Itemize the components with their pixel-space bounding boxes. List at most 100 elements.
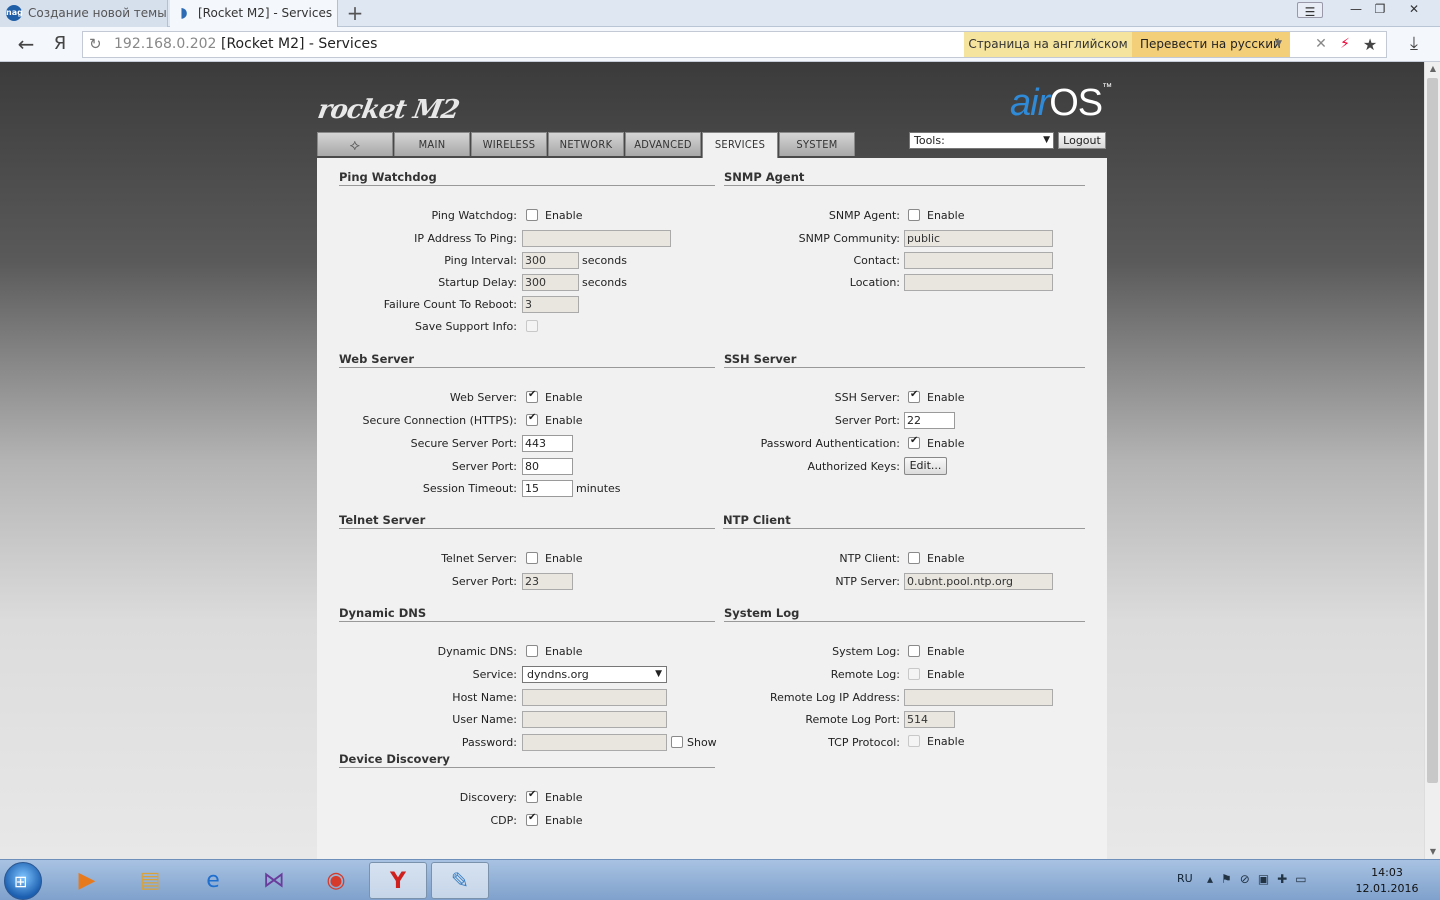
language-indicator[interactable]: RU <box>1177 872 1193 885</box>
browser-menu-icon[interactable]: ☰ <box>1297 2 1323 19</box>
reload-icon[interactable]: ↻ <box>89 35 102 53</box>
location-field[interactable] <box>904 274 1053 291</box>
scroll-down-icon[interactable]: ▼ <box>1425 845 1440 859</box>
new-tab-button[interactable]: + <box>344 2 366 24</box>
yandex-icon[interactable]: Я <box>50 32 70 56</box>
system-tray-icons[interactable]: ▴⚑⊘▣✚▭ <box>1207 872 1315 886</box>
web-port-field[interactable]: 80 <box>522 458 573 475</box>
tab-network[interactable]: NETWORK <box>548 132 624 156</box>
paint-icon[interactable]: ✎ <box>431 862 489 899</box>
address-bar[interactable]: ↻ 192.168.0.202 [Rocket M2] - Services С… <box>82 31 1387 58</box>
maximize-icon[interactable]: ❐ <box>1368 0 1392 18</box>
seconds-unit: seconds <box>582 276 627 289</box>
ssh-server-label: SSH Server: <box>834 391 900 404</box>
clock[interactable]: 14:03 12.01.2016 <box>1352 865 1422 897</box>
telnet-port-label: Server Port: <box>451 575 517 588</box>
system-log-label: System Log: <box>832 645 900 658</box>
ntp-server-label: NTP Server: <box>835 575 900 588</box>
tab-system[interactable]: SYSTEM <box>779 132 855 156</box>
enable-label: Enable <box>927 209 965 222</box>
show-label: Show <box>687 736 717 749</box>
tcp-protocol-checkbox[interactable] <box>908 735 920 747</box>
tab-services[interactable]: SERVICES <box>702 132 778 158</box>
back-arrow-icon[interactable]: ← <box>14 32 38 56</box>
scrollbar-thumb[interactable] <box>1427 78 1438 783</box>
ddns-checkbox[interactable] <box>526 645 538 657</box>
visual-studio-icon[interactable]: ⋈ <box>245 862 303 899</box>
location-label: Location: <box>849 276 900 289</box>
ping-ip-label: IP Address To Ping: <box>414 232 517 245</box>
browser-tab-services[interactable]: ◗ [Rocket M2] - Services <box>170 0 338 27</box>
translate-button[interactable]: Перевести на русский ▼ <box>1132 32 1290 57</box>
ddns-password-field[interactable] <box>522 734 667 751</box>
ping-interval-field[interactable]: 300 <box>522 252 579 269</box>
chevron-down-icon[interactable]: ▼ <box>1275 32 1282 57</box>
password-auth-checkbox[interactable] <box>908 435 920 449</box>
snmp-community-field[interactable]: public <box>904 230 1053 247</box>
tab-advanced[interactable]: ADVANCED <box>625 132 701 156</box>
discovery-checkbox[interactable] <box>526 789 538 803</box>
startup-delay-field[interactable]: 300 <box>522 274 579 291</box>
ssh-port-field[interactable]: 22 <box>904 412 955 429</box>
browser-tab-forum[interactable]: nag Создание новой темы <box>0 0 168 27</box>
ssh-server-checkbox[interactable] <box>908 389 920 403</box>
scroll-up-icon[interactable]: ▲ <box>1425 62 1440 76</box>
close-window-icon[interactable]: ✕ <box>1394 0 1434 18</box>
page-viewport: rocket M2 airOS™ ⟡ MAIN WIRELESS NETWORK… <box>0 62 1424 859</box>
start-button[interactable]: ⊞ <box>4 862 42 900</box>
logout-button[interactable]: Logout <box>1058 132 1106 149</box>
remote-log-checkbox[interactable] <box>908 668 920 680</box>
web-server-checkbox[interactable] <box>526 389 538 403</box>
ntp-server-field[interactable]: 0.ubnt.pool.ntp.org <box>904 573 1053 590</box>
secure-port-field[interactable]: 443 <box>522 435 573 452</box>
ping-watchdog-checkbox[interactable] <box>526 209 538 221</box>
show-password-checkbox[interactable] <box>671 736 683 748</box>
minutes-unit: minutes <box>576 482 621 495</box>
snmp-agent-checkbox[interactable] <box>908 209 920 221</box>
close-translate-icon[interactable]: ✕ <box>1311 32 1331 57</box>
enable-label: Enable <box>545 209 583 222</box>
save-support-checkbox[interactable] <box>526 320 538 332</box>
enable-label: Enable <box>927 645 965 658</box>
enable-label: Enable <box>545 814 583 827</box>
authorized-keys-label: Authorized Keys: <box>807 460 901 473</box>
contact-label: Contact: <box>853 254 900 267</box>
remote-log-port-field[interactable]: 514 <box>904 711 955 728</box>
startup-delay-label: Startup Delay: <box>438 276 517 289</box>
ntp-client-checkbox[interactable] <box>908 552 920 564</box>
nag-favicon-icon: nag <box>6 5 23 21</box>
telnet-port-field[interactable]: 23 <box>522 573 573 590</box>
section-title-ping-watchdog: Ping Watchdog <box>339 170 715 186</box>
system-log-checkbox[interactable] <box>908 645 920 657</box>
url-host: 192.168.0.202 <box>114 36 217 52</box>
tab-ubnt-logo[interactable]: ⟡ <box>317 132 393 156</box>
failure-count-field[interactable]: 3 <box>522 296 579 313</box>
ddns-service-label: Service: <box>472 668 517 681</box>
minimize-icon[interactable]: — <box>1344 0 1368 18</box>
turbo-bolt-icon[interactable]: ⚡ <box>1335 32 1355 57</box>
vertical-scrollbar[interactable]: ▲ ▼ <box>1424 62 1440 859</box>
yandex-browser-icon[interactable]: Y <box>369 862 427 899</box>
ddns-service-select[interactable]: dyndns.org ▼ <box>522 666 667 683</box>
download-icon[interactable]: ⤓ <box>1402 32 1426 56</box>
tools-select[interactable]: Tools: ▼ <box>909 132 1054 149</box>
media-player-icon[interactable]: ▶ <box>58 862 116 899</box>
cdp-checkbox[interactable] <box>526 812 538 826</box>
edit-keys-button[interactable]: Edit... <box>904 457 947 475</box>
https-checkbox[interactable] <box>526 412 538 426</box>
tab-main[interactable]: MAIN <box>394 132 470 156</box>
file-explorer-icon[interactable]: ▤ <box>121 862 179 899</box>
telnet-checkbox[interactable] <box>526 552 538 564</box>
snmp-community-label: SNMP Community: <box>798 232 900 245</box>
chrome-icon[interactable]: ◉ <box>307 862 365 899</box>
bookmark-star-icon[interactable]: ★ <box>1359 32 1381 57</box>
internet-explorer-icon[interactable]: e <box>184 862 242 899</box>
contact-field[interactable] <box>904 252 1053 269</box>
user-name-field[interactable] <box>522 711 667 728</box>
host-name-field[interactable] <box>522 689 667 706</box>
session-timeout-field[interactable]: 15 <box>522 480 573 497</box>
tab-wireless[interactable]: WIRELESS <box>471 132 547 156</box>
remote-log-ip-field[interactable] <box>904 689 1053 706</box>
clock-time: 14:03 <box>1371 866 1403 879</box>
ping-ip-field[interactable] <box>522 230 671 247</box>
